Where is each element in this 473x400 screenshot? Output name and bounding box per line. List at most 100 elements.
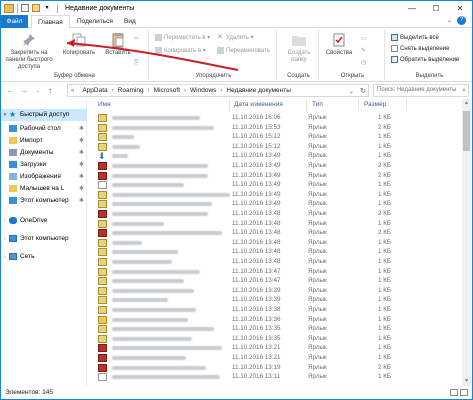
history-icon[interactable]: ◷ [361,59,366,67]
pin-icon[interactable]: ✱ [79,195,84,207]
file-row[interactable]: 11.10.2016 13:35 Ярлык 1 КБ [94,334,454,344]
file-row[interactable]: 11.10.2016 13:48 Ярлык 1 КБ [94,257,454,267]
file-row[interactable]: 11.10.2016 13:48 Ярлык 1 КБ [94,238,454,248]
pin-icon[interactable]: ✱ [79,183,84,195]
large-icons-view-icon[interactable] [460,389,468,396]
file-row[interactable]: 11.10.2016 13:38 Ярлык 1 КБ [94,305,454,315]
nav-item-downloads[interactable]: Загрузки ✱ [1,159,87,171]
nav-network[interactable]: › Сеть [1,251,87,263]
file-row[interactable]: 11.10.2016 13:49 Ярлык 2 КБ [94,161,454,171]
help-icon[interactable]: ? [457,16,466,25]
nav-item-documents[interactable]: Документы ✱ [1,147,87,159]
file-row[interactable]: 11.10.2016 13:47 Ярлык 1 КБ [94,267,454,277]
new-folder-quick-icon[interactable] [32,4,40,12]
scroll-down-icon[interactable]: ▼ [462,377,471,386]
delete-button[interactable]: ✕ Удалить ▾ [217,34,254,42]
search-input[interactable]: Поиск: Недавние документы ⌕ [373,84,469,97]
file-row[interactable]: 11.10.2016 13:21 Ярлык 1 КБ [94,343,454,353]
details-view-icon[interactable] [450,389,458,396]
scrollbar-thumb[interactable] [463,111,470,151]
back-arrow-icon[interactable]: ← [5,86,15,96]
column-header-size[interactable]: Размер [364,99,386,111]
copy-path-icon[interactable]: ▭ [134,47,140,55]
file-row[interactable]: 11.10.2016 13:49 Ярлык 1 КБ [94,180,454,190]
nav-item-malyshev[interactable]: Малышев на L ✱ [1,183,87,195]
column-header-name[interactable]: Имя [98,99,111,111]
file-row[interactable]: ⬇ 11.10.2016 13:49 Ярлык 1 КБ [94,151,454,161]
properties-quick-icon[interactable] [21,4,29,12]
scroll-up-icon[interactable]: ▲ [462,99,471,108]
nav-item-desktop[interactable]: Рабочий стол ✱ [1,123,87,135]
pin-icon[interactable]: ✱ [79,135,84,147]
chevron-right-icon[interactable]: › [1,251,9,263]
file-row[interactable]: 11.10.2016 13:48 Ярлык 1 КБ [94,219,454,229]
pin-quick-access-button[interactable]: Закрепить на панели быстрого доступа [3,32,55,71]
new-folder-button[interactable]: Создать папку [281,32,317,64]
file-row[interactable]: 11.10.2016 13:39 Ярлык 1 КБ [94,295,454,305]
open-icon[interactable]: ▭ [361,35,367,43]
paste-shortcut-icon[interactable]: ⎘ [134,59,139,67]
file-row[interactable]: 11.10.2016 13:21 Ярлык 1 КБ [94,353,454,363]
pin-icon[interactable]: ✱ [79,123,84,135]
pin-icon[interactable]: ✱ [79,159,84,171]
chevron-down-icon[interactable]: ▼ [1,109,9,121]
copy-to-button[interactable]: Копировать в ▾ [155,47,206,55]
address-bar[interactable]: « AppData › Roaming › Microsoft › Window… [67,84,369,97]
pin-icon[interactable]: ✱ [79,147,84,159]
invert-selection-button[interactable]: Обратить выделение [391,56,459,64]
nav-onedrive[interactable]: › OneDrive [1,215,87,227]
breadcrumb-microsoft[interactable]: Microsoft [154,87,180,94]
up-arrow-icon[interactable]: ↑ [45,86,55,96]
nav-quick-access[interactable]: ▼ ★ Быстрый доступ [1,109,87,121]
select-none-button[interactable]: Снять выделение [391,45,449,53]
expand-ribbon-icon[interactable]: ⌄ [447,17,452,24]
file-row[interactable]: 11.10.2016 13:19 Ярлык 2 КБ [94,363,454,373]
customize-quick-icon[interactable]: ▾ [43,4,51,12]
tab-view[interactable]: Вид [118,15,142,28]
minimize-button[interactable]: — [400,1,424,15]
file-row[interactable]: 11.10.2016 15:12 Ярлык 1 КБ [94,132,454,142]
file-row[interactable]: 11.10.2016 13:35 Ярлык 1 КБ [94,324,454,334]
nav-item-pictures[interactable]: Изображения ✱ [1,171,87,183]
file-row[interactable]: 11.10.2016 13:48 Ярлык 2 КБ [94,209,454,219]
refresh-icon[interactable]: ↻ [360,87,366,95]
properties-button[interactable]: Свойства [323,32,355,57]
breadcrumb-recent[interactable]: Недавние документы [226,87,291,94]
tab-file[interactable]: Файл [1,15,28,28]
maximize-button[interactable]: ☐ [424,1,448,15]
breadcrumb-roaming[interactable]: Roaming [118,87,144,94]
file-row[interactable]: 11.10.2016 13:48 Ярлык 2 КБ [94,228,454,238]
file-row[interactable]: 11.10.2016 16:06 Ярлык 1 КБ [94,113,454,123]
file-row[interactable]: 11.10.2016 13:39 Ярлык 1 КБ [94,286,454,296]
copy-button[interactable]: Копировать [58,32,100,57]
nav-this-pc[interactable]: › Этот компьютер [1,233,87,245]
chevron-right-icon[interactable]: › [1,233,9,245]
tab-home[interactable]: Главная [31,15,70,29]
column-header-type[interactable]: Тип [312,99,323,111]
file-row[interactable]: 11.10.2016 13:11 Ярлык 1 КБ [94,372,454,382]
pin-icon[interactable]: ✱ [79,171,84,183]
column-header-date[interactable]: Дата изменения [234,99,283,111]
rename-button[interactable]: Переименовать [217,47,270,55]
file-row[interactable]: 11.10.2016 13:49 Ярлык 2 КБ [94,171,454,181]
chevron-right-icon[interactable]: › [1,215,9,227]
file-row[interactable]: 11.10.2016 13:49 Ярлык 1 КБ [94,199,454,209]
select-all-button[interactable]: Выделить все [391,34,439,42]
cut-icon[interactable]: ✂ [134,35,139,43]
tab-share[interactable]: Поделиться [71,15,119,28]
nav-item-this-pc-pinned[interactable]: Этот компьютер ✱ [1,195,87,207]
move-to-button[interactable]: Переместить в ▾ [155,34,210,42]
forward-arrow-icon[interactable]: → [19,86,29,96]
file-row[interactable]: 11.10.2016 13:48 Ярлык 1 КБ [94,247,454,257]
file-row[interactable]: 11.10.2016 15:12 Ярлык 1 КБ [94,142,454,152]
file-row[interactable]: 11.10.2016 13:49 Ярлык 1 КБ [94,190,454,200]
chevron-down-icon[interactable]: ⌄ [349,88,354,95]
edit-icon[interactable]: ✎ [361,47,366,55]
nav-item-import[interactable]: Импорт ✱ [1,135,87,147]
paste-button[interactable]: Вставить [103,32,133,57]
vertical-scrollbar[interactable]: ▲ ▼ [462,99,471,386]
file-row[interactable]: 11.10.2016 13:36 Ярлык 1 КБ [94,315,454,325]
recent-locations-icon[interactable]: ⌄ [33,86,43,96]
breadcrumb-appdata[interactable]: AppData [82,87,107,94]
close-button[interactable]: ✕ [448,1,472,15]
